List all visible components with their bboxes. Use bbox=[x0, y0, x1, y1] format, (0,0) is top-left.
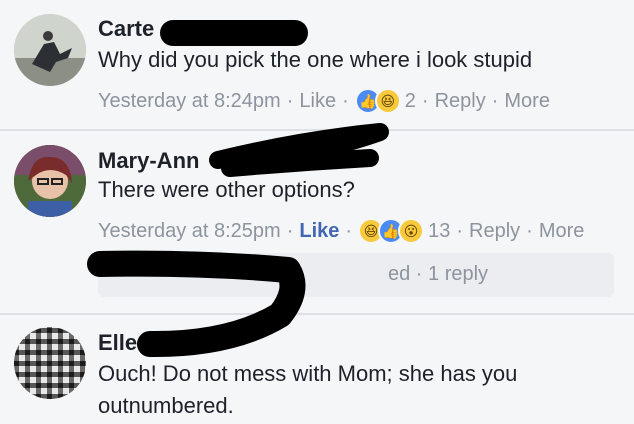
redaction-scribble bbox=[87, 123, 389, 358]
